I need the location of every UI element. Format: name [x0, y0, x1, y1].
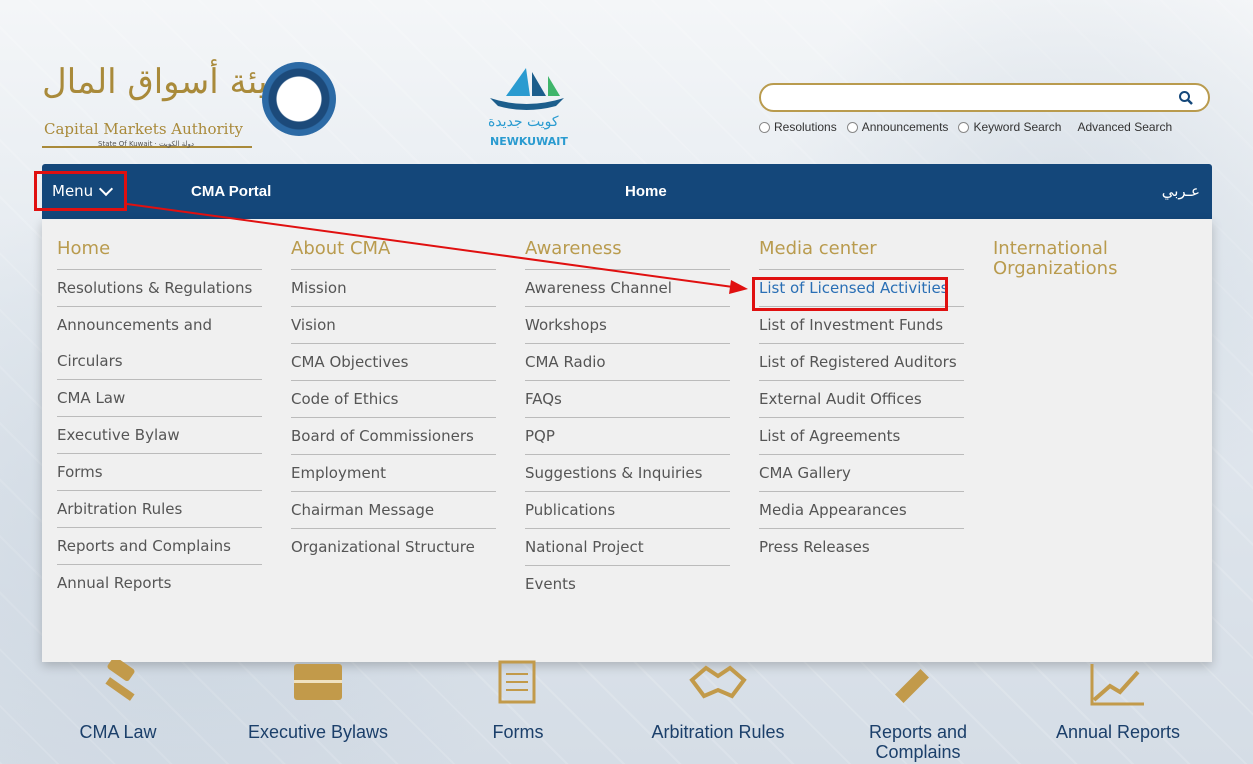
quick-link-executive-bylaws[interactable]: Executive Bylaws [228, 660, 408, 742]
menu-item[interactable]: Awareness Channel [525, 270, 730, 307]
quick-link-cma-law[interactable]: CMA Law [28, 656, 208, 742]
column-title[interactable]: Media center [759, 239, 964, 270]
advanced-search-link[interactable]: Advanced Search [1077, 120, 1172, 134]
search-option-label: Keyword Search [973, 120, 1062, 134]
menu-item[interactable]: National Project [525, 529, 730, 566]
menu-item[interactable]: External Audit Offices [759, 381, 964, 418]
quick-link-label: Reports and Complains [868, 722, 968, 762]
search-option-announcements[interactable]: Announcements [846, 120, 949, 134]
logo-arabic-text: هيئة أسواق المال [42, 62, 287, 102]
radio-icon[interactable] [958, 121, 970, 133]
newkuwait-english: NEWKUWAIT [490, 135, 568, 148]
menu-item[interactable]: Chairman Message [291, 492, 496, 529]
arabic-language-link[interactable]: عـربي [1162, 182, 1200, 200]
newkuwait-logo: كويت جديدة NEWKUWAIT [482, 62, 572, 152]
search-option-label: Announcements [861, 120, 949, 134]
dhow-boat-icon [490, 68, 564, 110]
quick-link-label: Executive Bylaws [247, 722, 389, 742]
newkuwait-arabic: كويت جديدة [488, 114, 559, 130]
main-navbar: Menu CMA Portal Home عـربي [42, 164, 1212, 219]
quick-link-forms[interactable]: Forms [428, 660, 608, 742]
cma-portal-link[interactable]: CMA Portal [191, 183, 271, 200]
menu-item[interactable]: CMA Radio [525, 344, 730, 381]
search-options: Resolutions Announcements Keyword Search… [759, 120, 1172, 134]
quick-link-label: Arbitration Rules [651, 722, 785, 742]
mega-menu: Home Resolutions & Regulations Announcem… [42, 219, 1212, 662]
menu-item[interactable]: Reports and Complains [57, 528, 262, 565]
menu-column-awareness: Awareness Awareness Channel Workshops CM… [525, 239, 730, 603]
menu-item[interactable]: Events [525, 566, 730, 603]
menu-item[interactable]: Arbitration Rules [57, 491, 262, 528]
menu-column-international: International Organizations [993, 239, 1173, 289]
search-option-label: Resolutions [774, 120, 837, 134]
menu-item[interactable]: Annual Reports [57, 565, 262, 602]
menu-item[interactable]: CMA Gallery [759, 455, 964, 492]
menu-item[interactable]: List of Agreements [759, 418, 964, 455]
quick-link-label: Annual Reports [1055, 722, 1181, 742]
briefcase-icon [294, 664, 342, 700]
logo-english-text: Capital Markets Authority [44, 120, 243, 138]
radio-icon[interactable] [759, 121, 770, 133]
menu-column-about: About CMA Mission Vision CMA Objectives … [291, 239, 496, 566]
cma-logo[interactable]: هيئة أسواق المال Capital Markets Authori… [40, 58, 340, 158]
menu-item[interactable]: Forms [57, 454, 262, 491]
radio-icon[interactable] [846, 121, 858, 133]
quick-link-label: Forms [492, 722, 544, 742]
menu-item[interactable]: Announcements and Circulars [57, 307, 262, 380]
menu-item[interactable]: List of Registered Auditors [759, 344, 964, 381]
menu-item[interactable]: PQP [525, 418, 730, 455]
chart-growth-icon [1090, 664, 1144, 706]
menu-item[interactable]: Executive Bylaw [57, 417, 262, 454]
menu-column-home: Home Resolutions & Regulations Announcem… [57, 239, 262, 602]
menu-item[interactable]: Code of Ethics [291, 381, 496, 418]
gavel-icon [105, 656, 135, 701]
menu-item[interactable]: CMA Objectives [291, 344, 496, 381]
search-icon[interactable] [1178, 90, 1194, 106]
menu-item[interactable]: Publications [525, 492, 730, 529]
menu-item[interactable]: Board of Commissioners [291, 418, 496, 455]
menu-item[interactable]: Workshops [525, 307, 730, 344]
handshake-icon [689, 665, 747, 699]
cma-emblem-icon [262, 62, 336, 136]
quick-link-label: CMA Law [79, 722, 157, 742]
menu-item[interactable]: Organizational Structure [291, 529, 496, 566]
menu-item[interactable]: Media Appearances [759, 492, 964, 529]
column-title[interactable]: Awareness [525, 239, 730, 270]
menu-item[interactable]: CMA Law [57, 380, 262, 417]
column-title[interactable]: Home [57, 239, 262, 270]
quick-link-reports-complains[interactable]: Reports and Complains [828, 660, 1008, 762]
menu-item[interactable]: FAQs [525, 381, 730, 418]
column-title[interactable]: International Organizations [993, 239, 1173, 289]
quick-link-annual-reports[interactable]: Annual Reports [1028, 660, 1208, 742]
menu-item[interactable]: List of Investment Funds [759, 307, 964, 344]
logo-subtitle: State Of Kuwait · دولة الكويت [98, 140, 195, 148]
search-option-resolutions[interactable]: Resolutions [759, 120, 837, 134]
search-option-keyword[interactable]: Keyword Search [958, 120, 1061, 134]
pencil-icon [895, 669, 929, 703]
menu-item[interactable]: Vision [291, 307, 496, 344]
column-title[interactable]: About CMA [291, 239, 496, 270]
menu-item[interactable]: Suggestions & Inquiries [525, 455, 730, 492]
menu-highlight-box [34, 171, 127, 211]
menu-item[interactable]: Press Releases [759, 529, 964, 566]
quick-link-arbitration-rules[interactable]: Arbitration Rules [628, 660, 808, 742]
menu-item[interactable]: Mission [291, 270, 496, 307]
home-link[interactable]: Home [625, 183, 667, 200]
form-document-icon [498, 660, 536, 704]
search-input[interactable] [759, 83, 1210, 112]
menu-item[interactable]: Employment [291, 455, 496, 492]
licensed-activities-highlight-box [752, 277, 948, 311]
menu-item[interactable]: Resolutions & Regulations [57, 270, 262, 307]
